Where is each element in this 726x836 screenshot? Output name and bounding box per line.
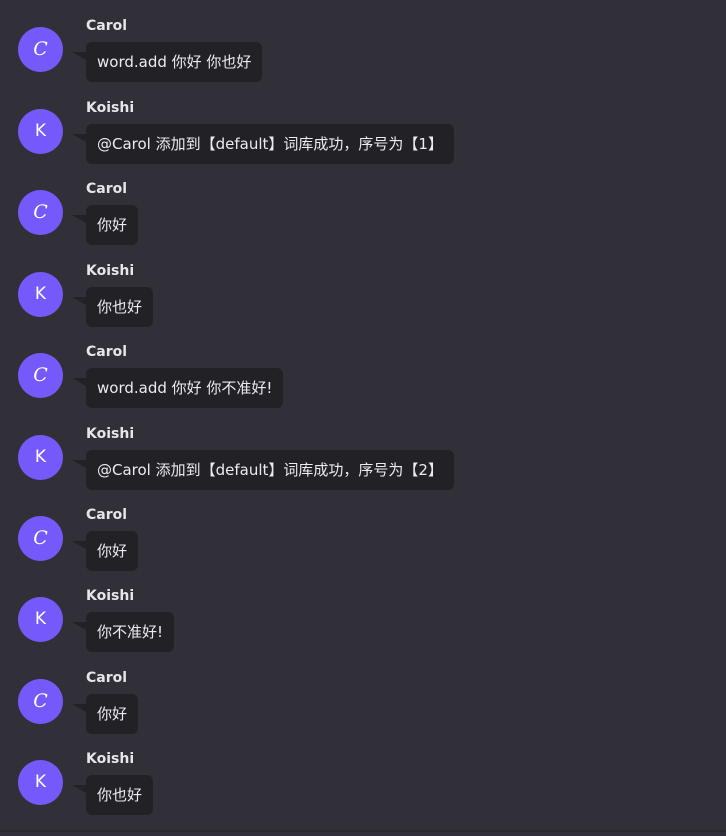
chat-message: K Koishi 你也好 bbox=[0, 263, 726, 335]
message-bubble: 你好 bbox=[86, 694, 139, 734]
bubble-tail bbox=[72, 785, 86, 793]
message-bubble: word.add 你好 你不准好! bbox=[86, 368, 284, 408]
chat-message: C Carol word.add 你好 你不准好! bbox=[0, 344, 726, 416]
chat-message: K Koishi @Carol 添加到【default】词库成功，序号为【2】 bbox=[0, 426, 726, 498]
message-bubble: @Carol 添加到【default】词库成功，序号为【2】 bbox=[86, 450, 454, 490]
message-bubble: 你也好 bbox=[86, 287, 154, 327]
message-bubble: 你好 bbox=[86, 531, 139, 571]
sender-name[interactable]: Carol bbox=[86, 18, 127, 34]
sender-name[interactable]: Carol bbox=[86, 670, 127, 686]
avatar[interactable]: C bbox=[18, 27, 63, 72]
bubble-tail bbox=[72, 378, 86, 386]
avatar[interactable]: K bbox=[18, 435, 63, 480]
avatar[interactable]: K bbox=[18, 597, 63, 642]
sender-name[interactable]: Carol bbox=[86, 344, 127, 360]
chat-message: C Carol 你好 bbox=[0, 181, 726, 253]
bubble-tail bbox=[72, 215, 86, 223]
bubble-tail bbox=[72, 52, 86, 60]
message-bubble: word.add 你好 你也好 bbox=[86, 42, 263, 82]
chat-message: K Koishi 你也好 bbox=[0, 751, 726, 823]
sender-name[interactable]: Koishi bbox=[86, 751, 134, 767]
avatar[interactable]: K bbox=[18, 109, 63, 154]
chat-message: C Carol 你好 bbox=[0, 507, 726, 579]
message-bubble: 你也好 bbox=[86, 775, 154, 815]
chat-message: K Koishi @Carol 添加到【default】词库成功，序号为【1】 bbox=[0, 100, 726, 172]
divider bbox=[0, 830, 726, 832]
sender-name[interactable]: Koishi bbox=[86, 588, 134, 604]
message-bubble: 你不准好! bbox=[86, 612, 175, 652]
sender-name[interactable]: Carol bbox=[86, 507, 127, 523]
avatar[interactable]: C bbox=[18, 679, 63, 724]
bubble-tail bbox=[72, 622, 86, 630]
message-bubble: 你好 bbox=[86, 205, 139, 245]
message-bubble: @Carol 添加到【default】词库成功，序号为【1】 bbox=[86, 124, 454, 164]
sender-name[interactable]: Carol bbox=[86, 181, 127, 197]
bubble-tail bbox=[72, 460, 86, 468]
chat-transcript[interactable]: C Carol word.add 你好 你也好 K Koishi @Carol … bbox=[0, 0, 726, 836]
avatar[interactable]: K bbox=[18, 760, 63, 805]
chat-message: C Carol word.add 你好 你也好 bbox=[0, 18, 726, 90]
avatar[interactable]: C bbox=[18, 353, 63, 398]
chat-message: C Carol 你好 bbox=[0, 670, 726, 742]
avatar[interactable]: C bbox=[18, 190, 63, 235]
bubble-tail bbox=[72, 704, 86, 712]
bubble-tail bbox=[72, 297, 86, 305]
sender-name[interactable]: Koishi bbox=[86, 263, 134, 279]
bubble-tail bbox=[72, 134, 86, 142]
sender-name[interactable]: Koishi bbox=[86, 426, 134, 442]
avatar[interactable]: C bbox=[18, 516, 63, 561]
chat-message: K Koishi 你不准好! bbox=[0, 588, 726, 660]
avatar[interactable]: K bbox=[18, 272, 63, 317]
bubble-tail bbox=[72, 541, 86, 549]
sender-name[interactable]: Koishi bbox=[86, 100, 134, 116]
